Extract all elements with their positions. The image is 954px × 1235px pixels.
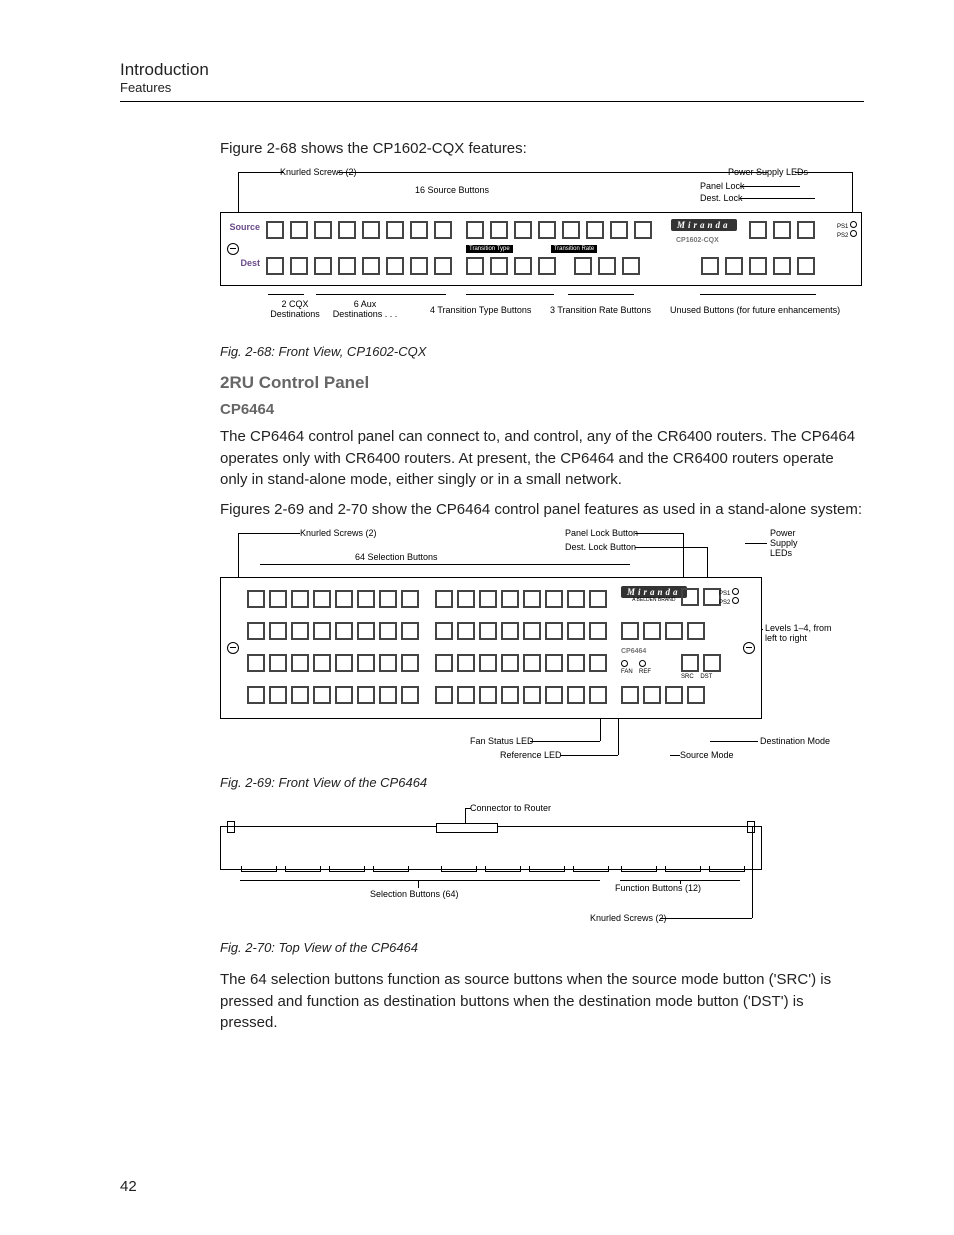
callout-source-mode: Source Mode <box>680 751 734 761</box>
transition-rate-bar: Transition Rate <box>551 245 597 254</box>
intro-paragraph: Figure 2-68 shows the CP1602-CQX feature… <box>220 138 864 160</box>
callout-4-transition-type: 4 Transition Type Buttons <box>430 306 531 316</box>
ps2-label: PS2 <box>719 600 730 606</box>
header-subtitle: Features <box>120 80 864 95</box>
callout-destination-mode: Destination Mode <box>760 737 830 747</box>
source-label: Source <box>218 223 260 233</box>
brand-logo: Miranda <box>671 219 737 231</box>
ps1-label: PS1 <box>719 591 730 597</box>
callout-panel-lock-button: Panel Lock Button <box>565 529 638 539</box>
callout-unused-buttons: Unused Buttons (for future enhancements) <box>670 306 840 316</box>
header-title: Introduction <box>120 60 864 80</box>
sub-brand: A BELDEN BRAND <box>621 598 687 604</box>
callout-levels: Levels 1–4, from left to right <box>765 624 832 644</box>
callout-power-supply-leds: Power Supply LEDs <box>770 529 798 559</box>
brand-logo: Miranda <box>621 586 687 598</box>
page-header: Introduction Features <box>120 60 864 102</box>
heading-2ru-control-panel: 2RU Control Panel <box>220 373 864 393</box>
callout-function-buttons-12: Function Buttons (12) <box>615 884 701 894</box>
callout-16-source-buttons: 16 Source Buttons <box>415 186 489 196</box>
paragraph-figures: Figures 2-69 and 2-70 show the CP6464 co… <box>220 499 864 521</box>
callout-panel-lock: Panel Lock <box>700 182 745 192</box>
callout-6aux-destinations: 6 Aux Destinations . . . <box>325 300 405 320</box>
fan-label: FAN <box>621 669 633 675</box>
paragraph-cp6464: The CP6464 control panel can connect to,… <box>220 426 864 491</box>
callout-reference-led: Reference LED <box>500 751 562 761</box>
callout-selection-buttons-64: Selection Buttons (64) <box>370 890 459 900</box>
callout-dest-lock-button: Dest. Lock Button <box>565 543 636 553</box>
ps2-label: PS2 <box>837 233 848 239</box>
model-label: CP6464 <box>621 648 646 656</box>
src-label: SRC <box>681 674 694 680</box>
callout-knurled-screws: Knurled Screws (2) <box>300 529 377 539</box>
fig-2-69-caption: Fig. 2-69: Front View of the CP6464 <box>220 775 864 790</box>
fig-2-68-caption: Fig. 2-68: Front View, CP1602-CQX <box>220 344 864 359</box>
heading-cp6464: CP6464 <box>220 401 864 418</box>
callout-2cqx-destinations: 2 CQX Destinations <box>260 300 330 320</box>
ref-label: REF <box>639 669 651 675</box>
callout-fan-status-led: Fan Status LED <box>470 737 534 747</box>
figure-2-70: Connector to Router <box>220 804 760 934</box>
callout-dest-lock: Dest. Lock <box>700 194 743 204</box>
model-label: CP1602-CQX <box>676 237 719 245</box>
fig-2-70-caption: Fig. 2-70: Top View of the CP6464 <box>220 940 864 955</box>
dest-label: Dest <box>218 259 260 269</box>
callout-connector-to-router: Connector to Router <box>470 804 551 814</box>
paragraph-bottom: The 64 selection buttons function as sou… <box>220 969 864 1034</box>
dst-label: DST <box>700 674 712 680</box>
transition-type-bar: Transition Type <box>466 245 513 254</box>
ps1-label: PS1 <box>837 224 848 230</box>
page-number: 42 <box>120 1178 137 1195</box>
callout-3-transition-rate: 3 Transition Rate Buttons <box>550 306 651 316</box>
callout-knurled-screws: Knurled Screws (2) <box>590 914 667 924</box>
figure-2-68: Knurled Screws (2) 16 Source Buttons Pow… <box>220 168 860 338</box>
figure-2-69: Knurled Screws (2) 64 Selection Buttons … <box>220 529 860 769</box>
callout-64-selection-buttons: 64 Selection Buttons <box>355 553 438 563</box>
